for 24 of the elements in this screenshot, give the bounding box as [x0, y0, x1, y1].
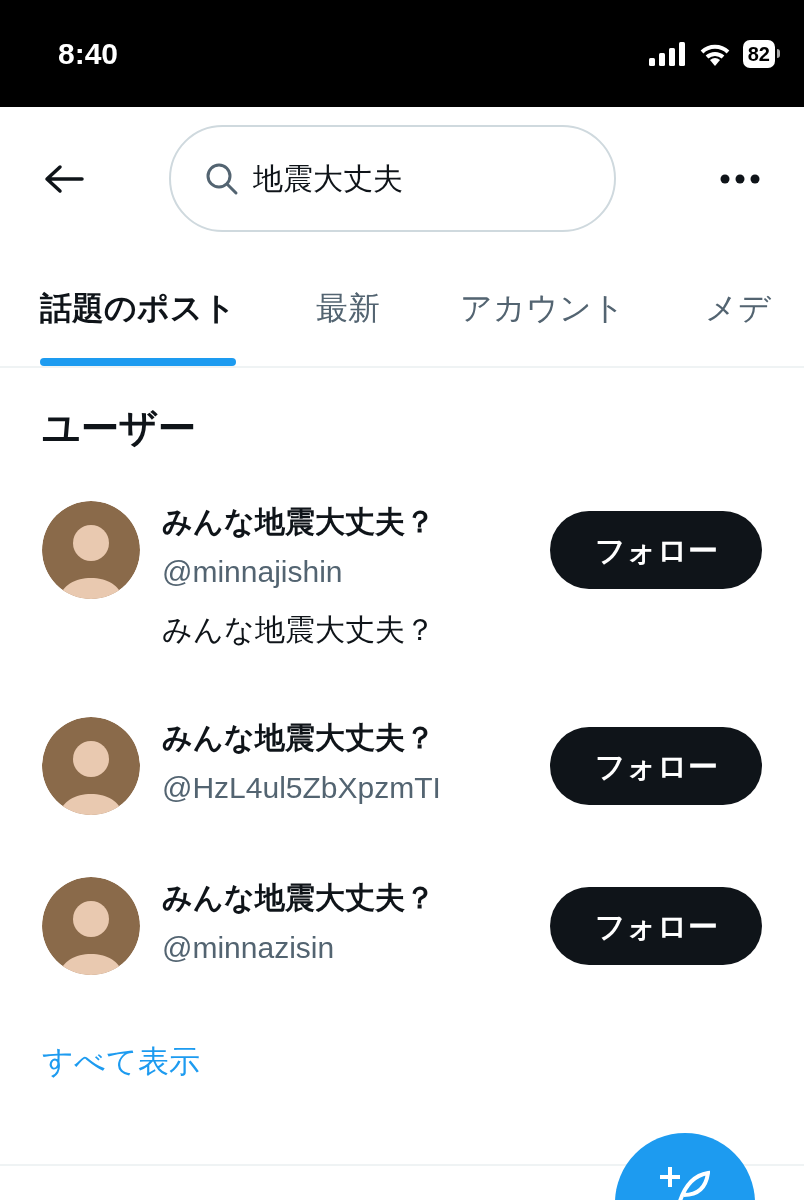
search-field[interactable]: 地震大丈夫 [168, 125, 616, 232]
tab[interactable]: 話題のポスト [40, 250, 236, 366]
signal-icon [648, 41, 687, 66]
more-icon[interactable] [720, 173, 760, 184]
status-time: 8:40 [58, 36, 119, 72]
search-icon [204, 161, 239, 196]
user-name: みんな地震大丈夫？ [162, 504, 436, 540]
user-handle: @minnajishin [162, 554, 344, 590]
avatar[interactable] [42, 501, 140, 599]
user-handle: @minnazisin [162, 930, 336, 966]
tab[interactable]: メデ [705, 250, 771, 366]
tab[interactable]: 最新 [316, 250, 380, 366]
user-bio: みんな地震大丈夫？ [162, 612, 436, 648]
section-heading: ユーザー [41, 406, 197, 451]
avatar[interactable] [42, 717, 140, 815]
follow-button[interactable]: フォロー [550, 511, 762, 589]
tab[interactable]: アカウント [460, 250, 625, 366]
follow-button[interactable]: フォロー [550, 887, 762, 965]
user-handle: @HzL4ul5ZbXpzmTI [162, 770, 442, 806]
user-name: みんな地震大丈夫？ [162, 720, 436, 756]
avatar[interactable] [42, 877, 140, 975]
follow-button[interactable]: フォロー [550, 727, 762, 805]
back-arrow-icon[interactable] [44, 163, 84, 194]
user-name: みんな地震大丈夫？ [162, 880, 436, 916]
